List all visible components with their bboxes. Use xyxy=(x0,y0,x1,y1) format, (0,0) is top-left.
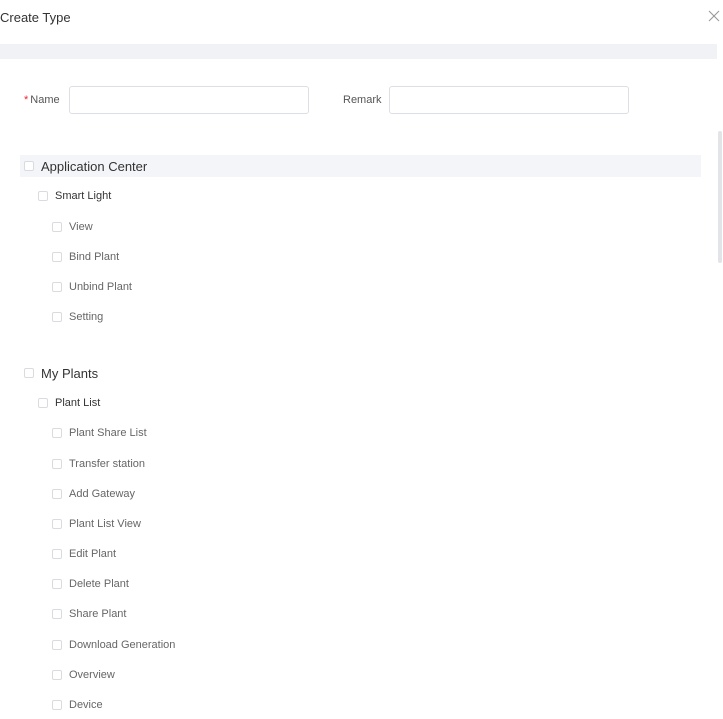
perm-bind-plant[interactable]: Bind Plant xyxy=(52,248,119,266)
perm-smart-light[interactable]: Smart Light xyxy=(38,187,111,205)
perm-unbind-plant[interactable]: Unbind Plant xyxy=(52,278,132,296)
perm-overview[interactable]: Overview xyxy=(52,666,115,684)
perm-edit-plant[interactable]: Edit Plant xyxy=(52,545,116,563)
checkbox[interactable] xyxy=(24,161,34,171)
perm-plant-list[interactable]: Plant List xyxy=(38,394,100,412)
perm-label: Device xyxy=(69,699,103,711)
modal-title: Create Type xyxy=(0,10,71,25)
perm-setting[interactable]: Setting xyxy=(52,308,103,326)
modal-header: Create Type xyxy=(0,0,723,36)
perm-plant-list-view[interactable]: Plant List View xyxy=(52,515,141,533)
perm-label: Download Generation xyxy=(69,639,176,651)
remark-label: Remark xyxy=(343,94,382,106)
checkbox[interactable] xyxy=(52,579,62,589)
perm-download-generation[interactable]: Download Generation xyxy=(52,636,175,654)
perm-share-plant[interactable]: Share Plant xyxy=(52,605,126,623)
close-button[interactable] xyxy=(707,9,723,25)
perm-label: Smart Light xyxy=(55,190,112,202)
perm-label: Unbind Plant xyxy=(69,281,132,293)
perm-label: Add Gateway xyxy=(69,488,136,500)
perm-label: Setting xyxy=(69,311,104,323)
name-input[interactable] xyxy=(69,86,309,114)
checkbox[interactable] xyxy=(52,549,62,559)
perm-label: Bind Plant xyxy=(69,251,120,263)
name-label: * Name xyxy=(24,94,60,106)
checkbox[interactable] xyxy=(38,191,48,201)
perm-device[interactable]: Device xyxy=(52,696,103,714)
perm-label: Plant List xyxy=(55,397,101,409)
checkbox[interactable] xyxy=(52,609,62,619)
perm-label: Plant Share List xyxy=(69,427,147,439)
perm-label: View xyxy=(69,221,93,233)
perm-add-gateway[interactable]: Add Gateway xyxy=(52,485,135,503)
required-mark: * xyxy=(24,94,29,106)
perm-transfer-station[interactable]: Transfer station xyxy=(52,455,145,473)
perm-label: Share Plant xyxy=(69,608,127,620)
header-divider-band xyxy=(0,44,717,59)
perm-my-plants[interactable]: My Plants xyxy=(24,364,98,382)
checkbox[interactable] xyxy=(52,670,62,680)
perm-label: Overview xyxy=(69,669,115,681)
checkbox[interactable] xyxy=(52,519,62,529)
checkbox[interactable] xyxy=(52,700,62,710)
form-row: * Name Remark xyxy=(0,86,717,116)
remark-input[interactable] xyxy=(389,86,629,114)
perm-view[interactable]: View xyxy=(52,218,93,236)
checkbox[interactable] xyxy=(52,312,62,322)
perm-delete-plant[interactable]: Delete Plant xyxy=(52,575,129,593)
perm-application-center[interactable]: Application Center xyxy=(24,157,147,175)
checkbox[interactable] xyxy=(24,368,34,378)
checkbox[interactable] xyxy=(52,640,62,650)
checkbox[interactable] xyxy=(52,459,62,469)
checkbox[interactable] xyxy=(52,222,62,232)
perm-plant-share-list[interactable]: Plant Share List xyxy=(52,424,147,442)
perm-label: My Plants xyxy=(41,365,99,381)
create-type-modal: Create Type * Name Remark Application Cen… xyxy=(0,0,723,719)
perm-label: Application Center xyxy=(41,158,148,174)
perm-label: Edit Plant xyxy=(69,548,117,560)
checkbox[interactable] xyxy=(52,252,62,262)
scrollbar[interactable] xyxy=(717,59,723,719)
perm-label: Plant List View xyxy=(69,518,141,530)
name-label-text: Name xyxy=(30,94,60,106)
checkbox[interactable] xyxy=(52,428,62,438)
perm-label: Delete Plant xyxy=(69,578,129,590)
close-icon xyxy=(708,10,720,22)
scrollbar-thumb[interactable] xyxy=(718,131,722,263)
perm-label: Transfer station xyxy=(69,458,146,470)
checkbox[interactable] xyxy=(52,282,62,292)
checkbox[interactable] xyxy=(38,398,48,408)
checkbox[interactable] xyxy=(52,489,62,499)
